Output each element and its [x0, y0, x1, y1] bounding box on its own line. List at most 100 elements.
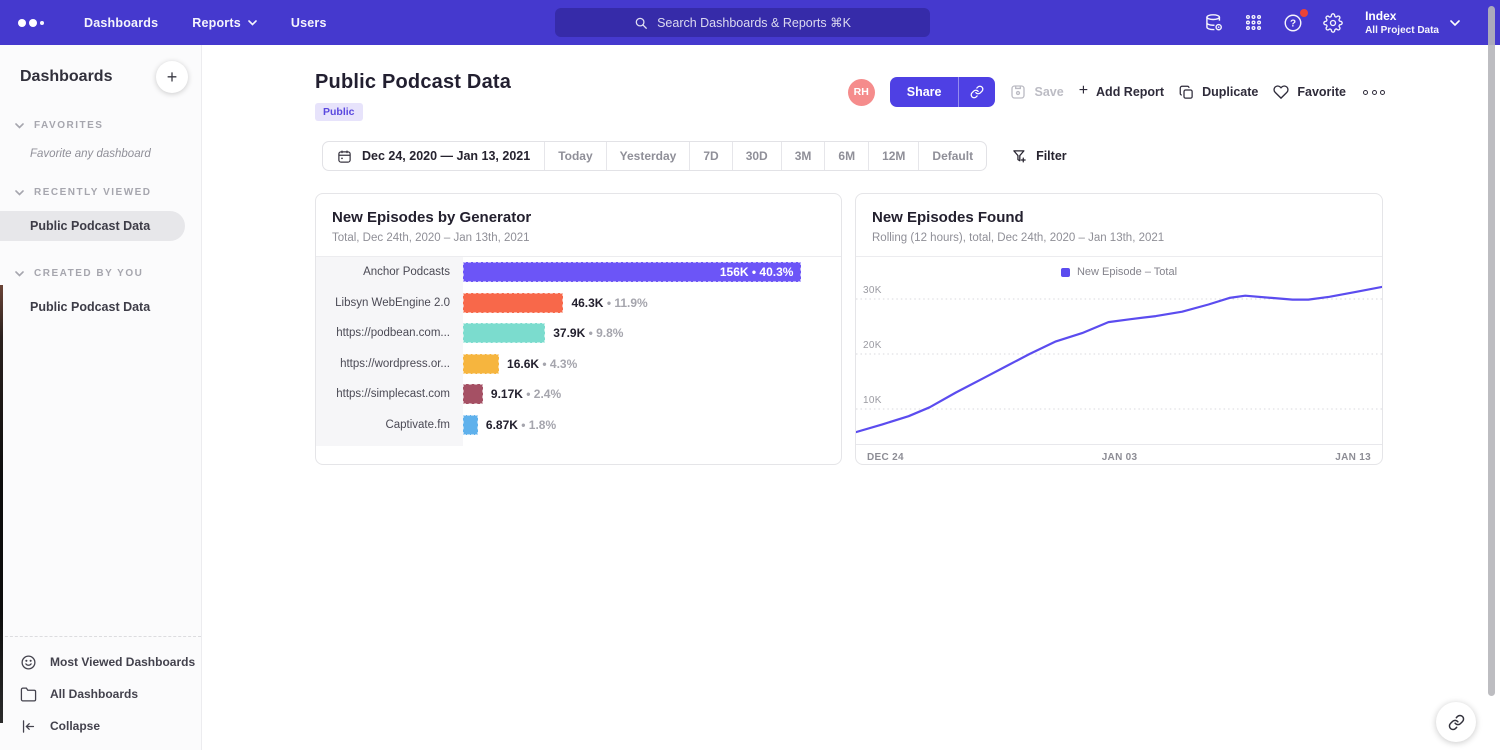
x-axis-tick: JAN 03	[1102, 452, 1138, 463]
data-management-icon[interactable]	[1204, 13, 1224, 33]
nav-item-reports[interactable]: Reports	[192, 16, 257, 30]
help-icon[interactable]: ?	[1283, 13, 1303, 33]
sidebar-title: Dashboards	[20, 68, 112, 86]
share-button[interactable]: Share	[890, 77, 959, 107]
filter-icon	[1012, 149, 1027, 164]
bar-value-label: 156K • 40.3%	[720, 265, 794, 279]
duplicate-button[interactable]: Duplicate	[1179, 85, 1258, 100]
bar-row: https://simplecast.com9.17K • 2.4%	[316, 379, 841, 410]
date-range-picker[interactable]: Dec 24, 2020 — Jan 13, 2021	[323, 142, 544, 170]
x-axis: DEC 24JAN 03JAN 13	[856, 444, 1382, 463]
project-subtitle: All Project Data	[1365, 25, 1439, 36]
background-window-edge	[0, 285, 3, 723]
date-preset-default[interactable]: Default	[918, 142, 986, 170]
copy-link-fab[interactable]	[1436, 702, 1476, 742]
date-preset-yesterday[interactable]: Yesterday	[606, 142, 690, 170]
bar-row: https://wordpress.or... 16.6K • 4.3%	[316, 349, 841, 380]
bar-segment[interactable]	[463, 354, 499, 374]
search-placeholder: Search Dashboards & Reports ⌘K	[657, 15, 851, 30]
section-header-recently-viewed[interactable]: RECENTLY VIEWED	[0, 187, 201, 198]
sidebar-item-public-podcast-data[interactable]: Public Podcast Data	[0, 211, 185, 241]
date-preset-12m[interactable]: 12M	[868, 142, 918, 170]
date-range-control: Dec 24, 2020 — Jan 13, 2021 TodayYesterd…	[322, 141, 987, 171]
bar-row: https://podbean.com...37.9K • 9.8%	[316, 318, 841, 349]
bar-segment[interactable]: 156K • 40.3%	[463, 262, 801, 282]
favorites-empty-text: Favorite any dashboard	[0, 131, 201, 160]
sidebar-section-favorites: FAVORITES Favorite any dashboard	[0, 120, 201, 160]
bar-category-label: Libsyn WebEngine 2.0	[316, 288, 463, 319]
bar-category-label: https://wordpress.or...	[316, 349, 463, 380]
sidebar-section-recent: RECENTLY VIEWED Public Podcast Data	[0, 187, 201, 241]
date-presets: TodayYesterday7D30D3M6M12MDefault	[544, 142, 986, 170]
collapse-icon	[20, 718, 37, 735]
date-preset-6m[interactable]: 6M	[824, 142, 868, 170]
save-button[interactable]: Save	[1010, 84, 1063, 100]
chart-legend: New Episode – Total	[856, 257, 1382, 283]
bar-value-label: 16.6K • 4.3%	[507, 357, 577, 371]
top-navbar: Dashboards Reports Users Search Dashboar…	[0, 0, 1500, 45]
logo[interactable]	[18, 19, 44, 27]
card-subtitle: Rolling (12 hours), total, Dec 24th, 202…	[872, 232, 1366, 244]
bar-category-label: https://simplecast.com	[316, 379, 463, 410]
bar-value-label: 37.9K • 9.8%	[553, 326, 623, 340]
add-report-button[interactable]: + Add Report	[1079, 85, 1164, 99]
line-plot[interactable]: 10K20K30K	[856, 284, 1382, 444]
filter-button[interactable]: Filter	[1012, 149, 1067, 164]
project-switcher[interactable]: Index All Project Data	[1365, 9, 1460, 36]
apps-grid-icon[interactable]	[1244, 13, 1263, 32]
sidebar: Dashboards + FAVORITES Favorite any dash…	[0, 45, 202, 750]
legend-swatch	[1061, 268, 1070, 277]
bar-segment[interactable]	[463, 384, 483, 404]
date-preset-today[interactable]: Today	[544, 142, 605, 170]
bar-row: Anchor Podcasts 156K • 40.3%	[316, 257, 841, 288]
search-icon	[634, 16, 648, 30]
plus-icon: +	[1079, 83, 1088, 99]
card-title[interactable]: New Episodes Found	[872, 209, 1366, 226]
all-dashboards-button[interactable]: All Dashboards	[0, 678, 201, 710]
scrollbar-thumb[interactable]	[1488, 6, 1495, 696]
y-axis-tick: 10K	[863, 395, 882, 406]
toolbar: RH Share Save + Add Report Duplicate	[848, 77, 1387, 107]
bar-segment[interactable]	[463, 415, 478, 435]
more-options-button[interactable]	[1361, 86, 1387, 99]
card-title[interactable]: New Episodes by Generator	[332, 209, 825, 226]
bar-segment[interactable]	[463, 293, 563, 313]
chevron-down-icon	[15, 190, 24, 196]
card-new-episodes-by-generator: New Episodes by Generator Total, Dec 24t…	[315, 193, 842, 465]
most-viewed-dashboards-button[interactable]: Most Viewed Dashboards	[0, 646, 201, 678]
legend-label: New Episode – Total	[1077, 266, 1177, 278]
nav-menu: Dashboards Reports Users	[84, 16, 327, 30]
bar-category-label: Anchor Podcasts	[316, 257, 463, 288]
bar-segment[interactable]	[463, 323, 545, 343]
x-axis-tick: DEC 24	[867, 452, 904, 463]
chevron-down-icon	[1450, 20, 1460, 26]
favorite-button[interactable]: Favorite	[1273, 84, 1346, 100]
heart-icon	[1273, 84, 1289, 100]
date-range-text: Dec 24, 2020 — Jan 13, 2021	[362, 149, 530, 163]
date-filter-bar: Dec 24, 2020 — Jan 13, 2021 TodayYesterd…	[322, 141, 1500, 171]
link-icon	[1448, 714, 1465, 731]
section-header-favorites[interactable]: FAVORITES	[0, 120, 201, 131]
share-button-group: Share	[890, 77, 996, 107]
bar-value-label: 6.87K • 1.8%	[486, 418, 556, 432]
notification-dot	[1300, 9, 1308, 17]
section-header-created-by-you[interactable]: CREATED BY YOU	[0, 268, 201, 279]
add-dashboard-button[interactable]: +	[156, 61, 188, 93]
bar-category-label: Captivate.fm	[316, 410, 463, 441]
duplicate-icon	[1179, 85, 1194, 100]
link-icon	[970, 85, 984, 99]
settings-icon[interactable]	[1323, 13, 1343, 33]
nav-item-dashboards[interactable]: Dashboards	[84, 16, 158, 30]
public-badge: Public	[315, 103, 363, 121]
nav-item-users[interactable]: Users	[291, 16, 327, 30]
sidebar-item-public-podcast-data-created[interactable]: Public Podcast Data	[0, 292, 201, 322]
date-preset-7d[interactable]: 7D	[689, 142, 731, 170]
collapse-sidebar-button[interactable]: Collapse	[0, 710, 201, 742]
search-input[interactable]: Search Dashboards & Reports ⌘K	[555, 8, 930, 37]
share-link-button[interactable]	[958, 77, 995, 107]
date-preset-3m[interactable]: 3M	[781, 142, 825, 170]
y-axis-tick: 30K	[863, 285, 882, 296]
avatar[interactable]: RH	[848, 79, 875, 106]
card-new-episodes-found: New Episodes Found Rolling (12 hours), t…	[855, 193, 1383, 465]
date-preset-30d[interactable]: 30D	[732, 142, 781, 170]
